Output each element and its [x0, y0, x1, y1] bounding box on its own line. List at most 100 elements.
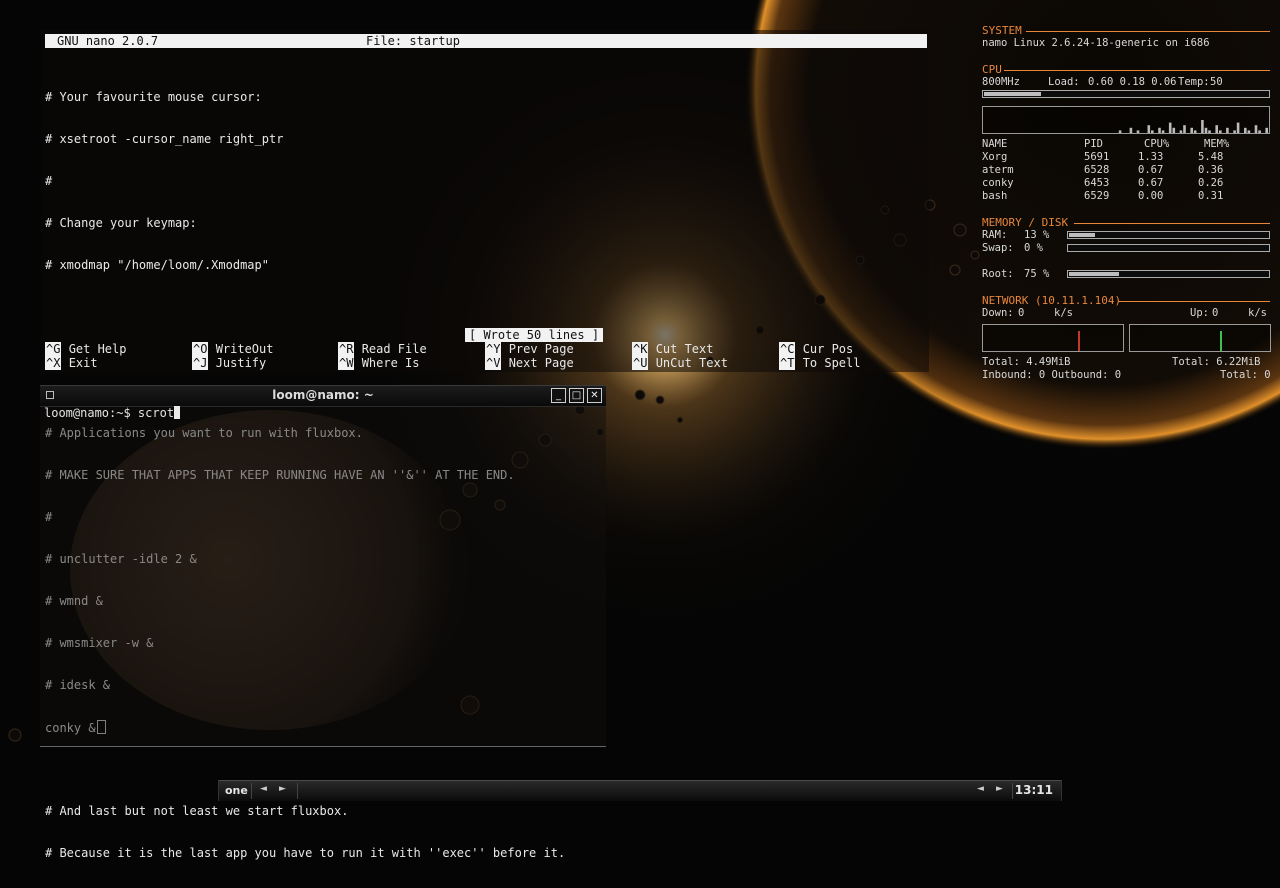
system-info: namo Linux 2.6.24-18-generic on i686	[982, 37, 1210, 49]
shortcut-to-spell[interactable]: ^T To Spell	[779, 356, 860, 370]
process-col-pid: PID	[1084, 138, 1103, 150]
maximize-button[interactable]: □	[569, 388, 584, 403]
cpu-usage-fill	[984, 92, 1041, 96]
shortcut-justify[interactable]: ^J Justify	[192, 356, 266, 370]
ram-usage-fill	[1069, 233, 1095, 237]
terminal-prompt-line[interactable]: loom@namo:~$ scrot	[44, 406, 181, 420]
nano-file-name: File: startup	[366, 34, 460, 48]
shortcut-next-page[interactable]: ^V Next Page	[485, 356, 574, 370]
cpu-header: CPU	[982, 63, 1002, 76]
process-pid: 6453	[1084, 177, 1110, 189]
prev-window-button[interactable]: ◄	[977, 784, 984, 794]
section-rule	[1074, 223, 1270, 224]
root-value: 75 %	[1024, 268, 1050, 280]
shortcut-cur-pos[interactable]: ^C Cur Pos	[779, 342, 853, 356]
window-title-bar[interactable]: loom@namo: ~ _ □ ✕	[40, 385, 606, 407]
root-disk-bar	[1067, 270, 1270, 278]
cpu-graph-bar	[1215, 125, 1218, 133]
shortcut-label: Next Page	[508, 356, 574, 370]
workspace-name[interactable]: one	[225, 784, 248, 797]
net-up-graph	[1129, 324, 1271, 352]
taskbar-clock: 13:11	[1014, 783, 1053, 797]
cpu-graph-bar	[1172, 127, 1176, 133]
root-disk-fill	[1069, 272, 1119, 276]
cpu-graph-bar	[1193, 130, 1197, 133]
nano-terminal[interactable]: GNU nano 2.0.7 File: startup # Your favo…	[41, 30, 929, 860]
cpu-graph-bar	[1158, 127, 1161, 133]
shortcut-prev-page[interactable]: ^Y Prev Page	[485, 342, 574, 356]
shortcut-key: ^U	[632, 356, 649, 370]
shortcut-label: Where Is	[361, 356, 420, 370]
shortcut-label: To Spell	[802, 356, 861, 370]
shortcut-key: ^C	[779, 342, 796, 356]
shortcut-label: WriteOut	[215, 342, 274, 356]
process-mem: 0.26	[1198, 177, 1224, 189]
taskbar-divider	[251, 783, 252, 799]
shortcut-where-is[interactable]: ^W Where Is	[338, 356, 419, 370]
cpu-graph-bar	[1236, 122, 1240, 133]
shell-command: scrot	[137, 406, 175, 420]
shortcut-label: UnCut Text	[655, 356, 728, 370]
next-window-button[interactable]: ►	[996, 784, 1003, 794]
cpu-graph-bar	[1151, 130, 1154, 133]
process-col-cpu: CPU%	[1144, 138, 1170, 150]
swap-usage-bar	[1067, 244, 1270, 252]
process-mem: 5.48	[1198, 151, 1224, 163]
conky-monitor: SYSTEM namo Linux 2.6.24-18-generic on i…	[978, 20, 1274, 385]
process-col-mem: MEM%	[1204, 138, 1230, 150]
cpu-graph-bar	[1254, 125, 1258, 133]
process-cpu: 0.67	[1138, 164, 1164, 176]
editor-line: #	[45, 174, 53, 188]
process-name: aterm	[982, 164, 1014, 176]
section-rule	[1026, 31, 1270, 32]
network-header: NETWORK (10.11.1.104)	[982, 294, 1122, 307]
taskbar: one ◄ ► ◄ ► 13:11	[218, 780, 1062, 801]
close-button[interactable]: ✕	[587, 388, 602, 403]
shortcut-cut-text[interactable]: ^K Cut Text	[632, 342, 713, 356]
shortcut-key: ^V	[485, 356, 502, 370]
process-mem: 0.36	[1198, 164, 1224, 176]
nano-title-bar: GNU nano 2.0.7 File: startup	[45, 34, 927, 48]
cpu-frequency: 800MHz	[982, 76, 1020, 88]
net-total-down: Total: 4.49MiB	[982, 356, 1071, 368]
net-down-label: Down:	[982, 307, 1014, 319]
terminal-cursor	[174, 406, 181, 419]
cpu-graph-bar	[1265, 127, 1268, 133]
process-pid: 5691	[1084, 151, 1110, 163]
prev-workspace-button[interactable]: ◄	[260, 784, 267, 794]
cpu-load-values: 0.60 0.18 0.06	[1088, 76, 1177, 88]
editor-line: # xmodmap "/home/loom/.Xmodmap"	[45, 258, 269, 272]
shortcut-label: Cur Pos	[802, 342, 854, 356]
cpu-graph-bar	[1219, 130, 1222, 133]
process-cpu: 0.67	[1138, 177, 1164, 189]
process-name: conky	[982, 177, 1014, 189]
shortcut-writeout[interactable]: ^O WriteOut	[192, 342, 273, 356]
cpu-graph-bar	[1183, 125, 1186, 133]
window-title: loom@namo: ~	[272, 388, 374, 402]
net-down-graph	[982, 324, 1124, 352]
cpu-graph-bar	[1118, 130, 1122, 133]
cpu-graph-bar	[1168, 122, 1172, 133]
process-name: bash	[982, 190, 1008, 202]
memory-header: MEMORY / DISK	[982, 216, 1069, 229]
shortcut-uncut-text[interactable]: ^U UnCut Text	[632, 356, 728, 370]
process-mem: 0.31	[1198, 190, 1224, 202]
swap-label: Swap:	[982, 242, 1014, 254]
net-connections: Inbound: 0 Outbound: 0	[982, 369, 1122, 381]
shortcut-read-file[interactable]: ^R Read File	[338, 342, 427, 356]
editor-line: # xsetroot -cursor_name right_ptr	[45, 132, 284, 146]
nano-status-message: [ Wrote 50 lines ]	[465, 328, 604, 342]
nano-version: GNU nano 2.0.7	[57, 34, 159, 48]
net-total-up: Total: 6.22MiB	[1172, 356, 1261, 368]
shortcut-label: Prev Page	[508, 342, 574, 356]
shortcut-label: Justify	[215, 356, 267, 370]
next-workspace-button[interactable]: ►	[279, 784, 286, 794]
cpu-graph-bar	[1129, 127, 1133, 133]
terminal-window[interactable]: loom@namo: ~ _ □ ✕ loom@namo:~$ scrot	[40, 385, 606, 747]
shortcut-get-help[interactable]: ^G Get Help	[45, 342, 126, 356]
minimize-button[interactable]: _	[551, 388, 566, 403]
shortcut-exit[interactable]: ^X Exit	[45, 356, 98, 370]
ram-label: RAM:	[982, 229, 1008, 241]
shortcut-key: ^T	[779, 356, 796, 370]
